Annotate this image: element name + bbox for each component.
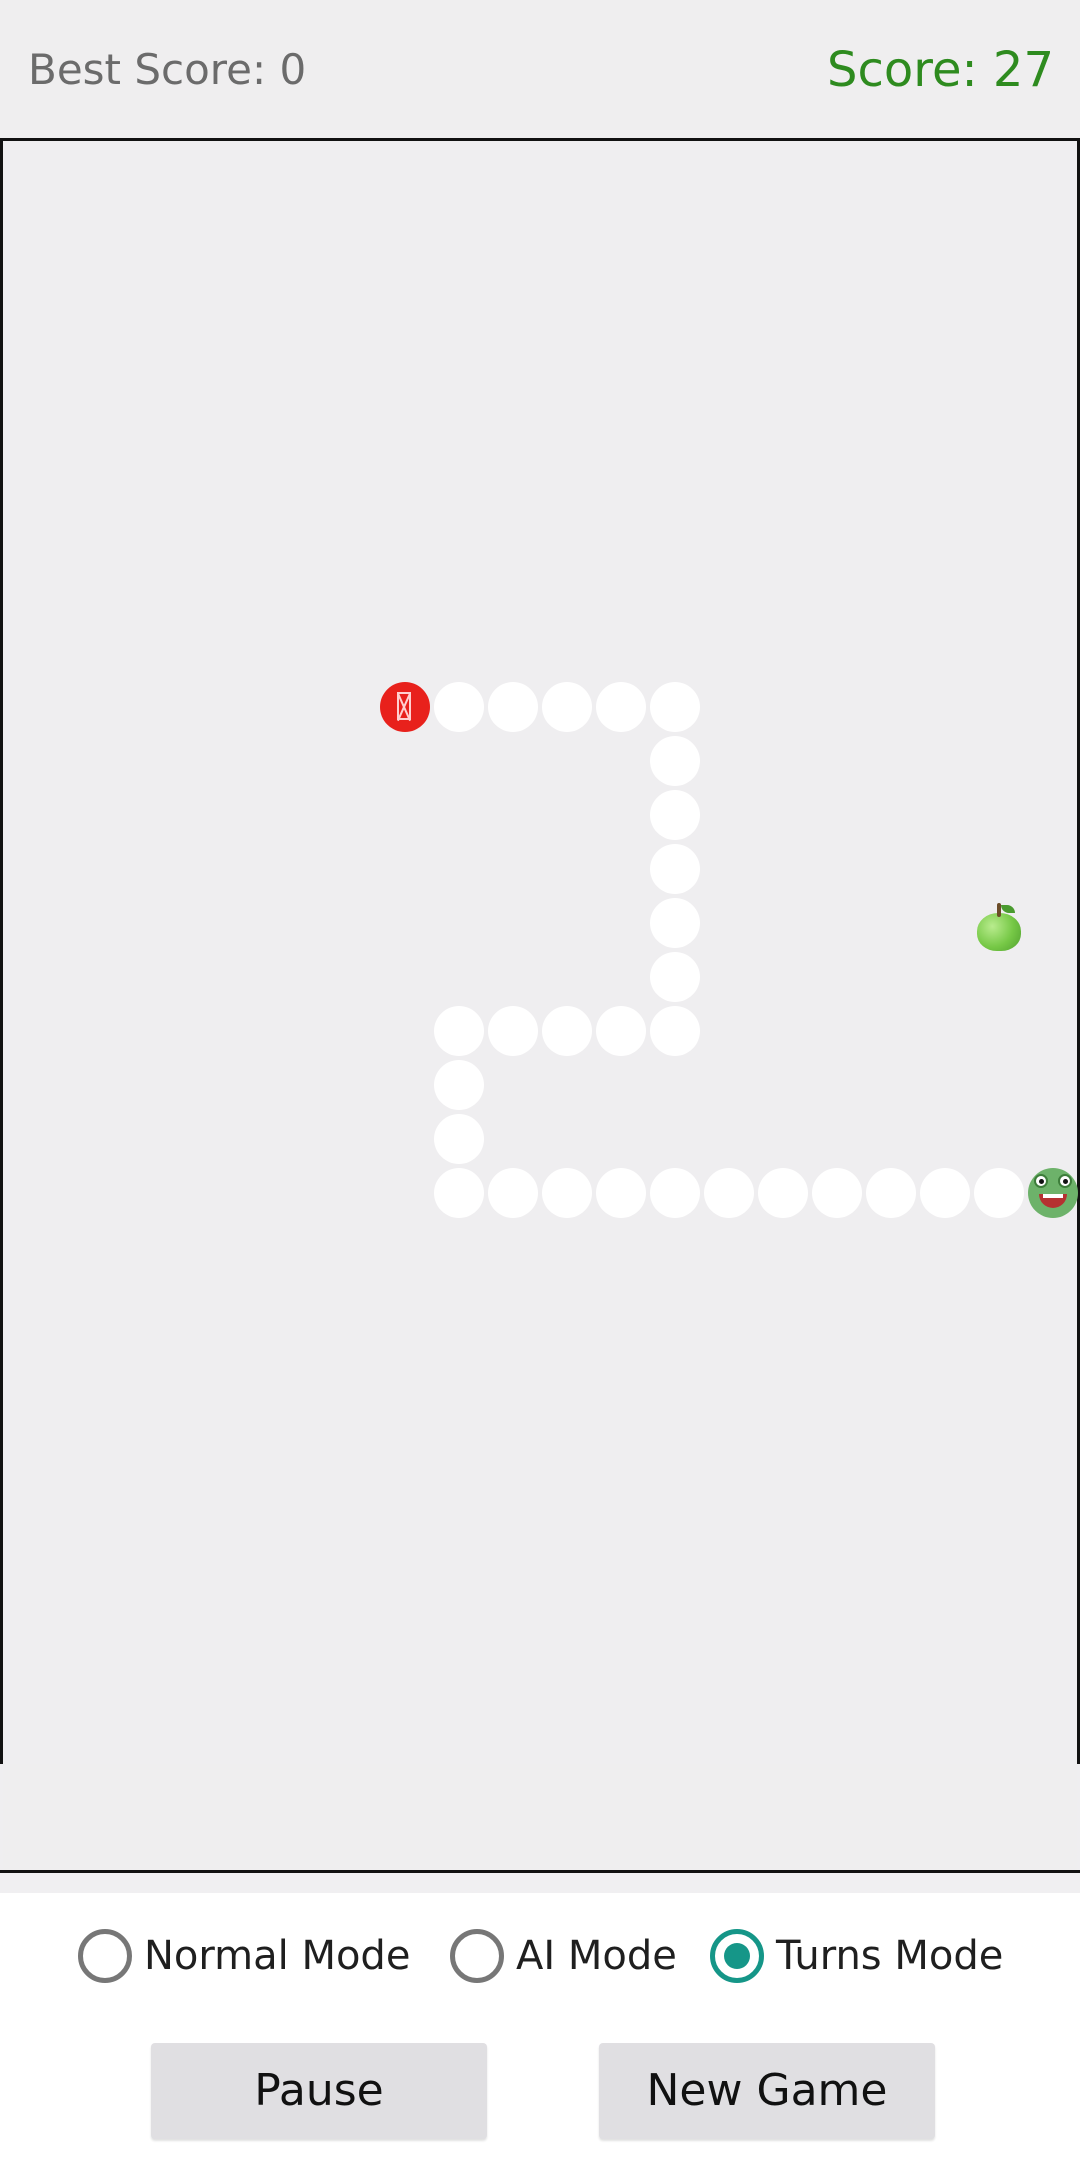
snake-segment — [650, 1006, 700, 1056]
radio-label: Normal Mode — [144, 1933, 411, 1979]
snake-tail — [380, 682, 430, 732]
new-game-button[interactable]: New Game — [599, 2043, 935, 2139]
current-score-label: Score: 27 — [827, 42, 1054, 98]
snake-segment — [542, 682, 592, 732]
snake-segment — [488, 1006, 538, 1056]
snake-segment — [650, 952, 700, 1002]
snake-game-app: Best Score: 0 Score: 27 Normal Mode AI M… — [0, 0, 1080, 2160]
snake-segment — [650, 1168, 700, 1218]
radio-label: AI Mode — [516, 1933, 677, 1979]
pause-button[interactable]: Pause — [151, 2043, 487, 2139]
snake-segment — [542, 1168, 592, 1218]
snake-segment — [434, 682, 484, 732]
snake-segment — [434, 1006, 484, 1056]
snake-segment — [542, 1006, 592, 1056]
board-left-border — [0, 141, 3, 1764]
snake-segment — [650, 898, 700, 948]
snake-segment — [488, 1168, 538, 1218]
board-bottom-band — [3, 1764, 1077, 1870]
mode-radio-group: Normal Mode AI Mode Turns Mode — [78, 1923, 1038, 1989]
snake-segment — [434, 1114, 484, 1164]
score-bar: Best Score: 0 Score: 27 — [0, 0, 1080, 138]
snake-segment — [704, 1168, 754, 1218]
snake-segment — [434, 1168, 484, 1218]
snake-segment — [596, 1006, 646, 1056]
snake-segment — [596, 1168, 646, 1218]
food-apple — [975, 903, 1023, 951]
snake-segment — [920, 1168, 970, 1218]
snake-segment — [758, 1168, 808, 1218]
radio-button[interactable] — [710, 1929, 764, 1983]
snake-segment — [812, 1168, 862, 1218]
missing-glyph-icon — [397, 692, 411, 720]
radio-button[interactable] — [450, 1929, 504, 1983]
game-board[interactable] — [0, 138, 1080, 1873]
snake-head — [1028, 1168, 1078, 1218]
snake-segment — [866, 1168, 916, 1218]
snake-segment — [434, 1060, 484, 1110]
snake-segment — [488, 682, 538, 732]
snake-segment — [650, 790, 700, 840]
snake-segment — [596, 682, 646, 732]
control-panel: Normal Mode AI Mode Turns Mode Pause New… — [0, 1893, 1080, 2160]
snake-segment — [650, 682, 700, 732]
best-score-label: Best Score: 0 — [28, 45, 307, 94]
snake-segment — [974, 1168, 1024, 1218]
snake-segment — [650, 844, 700, 894]
snake-segment — [650, 736, 700, 786]
radio-button[interactable] — [78, 1929, 132, 1983]
radio-label: Turns Mode — [776, 1933, 1004, 1979]
